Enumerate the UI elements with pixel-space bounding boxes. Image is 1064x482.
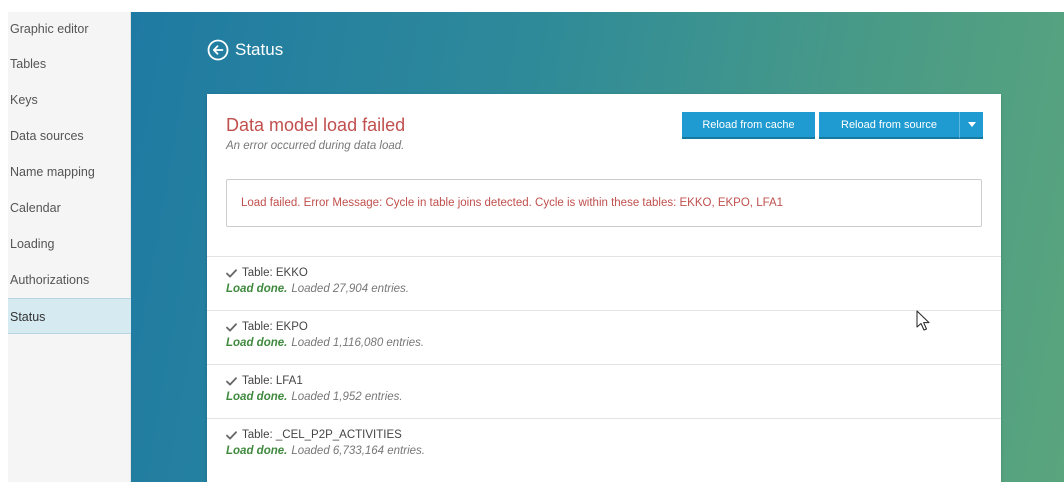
sidebar-item-status[interactable]: Status: [8, 298, 131, 334]
load-detail: Loaded 1,116,080 entries.: [291, 337, 425, 349]
check-icon: [226, 430, 237, 439]
sidebar-item-authorizations[interactable]: Authorizations: [8, 262, 130, 298]
page-header: Status: [207, 36, 283, 64]
error-message-text: Load failed. Error Message: Cycle in tab…: [241, 197, 784, 209]
circle-arrow-left-icon[interactable]: [207, 39, 229, 61]
table-name: Table: EKPO: [242, 321, 308, 333]
error-subtitle: An error occurred during data load.: [226, 140, 405, 152]
reload-from-source-button[interactable]: Reload from source: [819, 112, 959, 139]
mouse-pointer-icon: [916, 310, 930, 331]
check-icon: [226, 376, 237, 385]
page-title: Status: [235, 40, 284, 59]
error-message-box: Load failed. Error Message: Cycle in tab…: [226, 179, 982, 227]
status-card: Data model load failed An error occurred…: [207, 94, 1001, 482]
sidebar-item-calendar[interactable]: Calendar: [8, 190, 130, 226]
app-frame: Graphic editor Tables Keys Data sources …: [0, 0, 1064, 482]
load-detail: Loaded 1,952 entries.: [291, 391, 403, 403]
sidebar-item-keys[interactable]: Keys: [8, 82, 130, 118]
load-status: Load done.: [226, 283, 288, 295]
caret-down-icon: [967, 122, 976, 127]
table-status-list: Table: EKKO Load done. Loaded 27,904 entr…: [207, 256, 1001, 472]
table-name: Table: LFA1: [242, 375, 303, 387]
sidebar-item-name-mapping[interactable]: Name mapping: [8, 154, 130, 190]
table-name: Table: EKKO: [242, 267, 308, 279]
table-row: Table: EKPO Load done. Loaded 1,116,080 e…: [207, 310, 1001, 364]
load-status: Load done.: [226, 391, 288, 403]
load-detail: Loaded 27,904 entries.: [291, 283, 409, 295]
sidebar-item-graphic-editor[interactable]: Graphic editor: [8, 12, 130, 46]
sidebar: Graphic editor Tables Keys Data sources …: [8, 12, 131, 482]
table-row: Table: _CEL_P2P_ACTIVITIES Load done. Loa…: [207, 418, 1001, 472]
main-panel: Status Data model load failed An error o…: [131, 12, 1064, 482]
load-status: Load done.: [226, 337, 288, 349]
table-name: Table: _CEL_P2P_ACTIVITIES: [242, 429, 402, 441]
reload-options-dropdown-button[interactable]: [959, 112, 983, 139]
check-icon: [226, 322, 237, 331]
table-row: Table: EKKO Load done. Loaded 27,904 entr…: [207, 256, 1001, 310]
sidebar-item-data-sources[interactable]: Data sources: [8, 118, 130, 154]
error-title: Data model load failed: [226, 115, 406, 135]
reload-from-cache-button[interactable]: Reload from cache: [682, 112, 815, 139]
sidebar-item-tables[interactable]: Tables: [8, 46, 130, 82]
load-detail: Loaded 6,733,164 entries.: [291, 445, 425, 457]
check-icon: [226, 268, 237, 277]
sidebar-item-loading[interactable]: Loading: [8, 226, 130, 262]
load-status: Load done.: [226, 445, 288, 457]
table-row: Table: LFA1 Load done. Loaded 1,952 entri…: [207, 364, 1001, 418]
